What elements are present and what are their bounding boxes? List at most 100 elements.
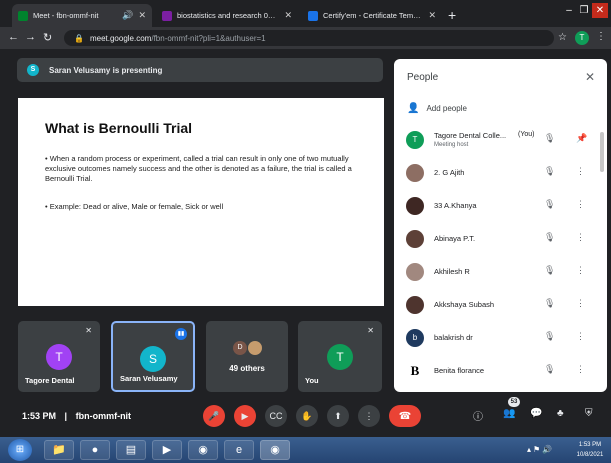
mic-toggle-icon[interactable]: 🎤	[203, 405, 225, 427]
slide-title: What is Bernoulli Trial	[45, 120, 193, 136]
internet-explorer-icon[interactable]: e	[224, 440, 254, 460]
meet-favicon-icon	[18, 10, 28, 21]
add-people-button[interactable]: 👤 Add people	[407, 103, 467, 114]
participant-tile[interactable]: ✕ T Tagore Dental	[18, 321, 100, 392]
chrome-icon[interactable]: ◉	[188, 440, 218, 460]
address-bar[interactable]: 🔒 meet.google.com /fbn-ommf-nit?pli=1&au…	[64, 30, 554, 46]
browser-tab-strip: Meet - fbn-ommf-nit 🔊 ✕ biostatistics an…	[0, 0, 611, 27]
start-button-icon[interactable]: ⊞	[8, 439, 32, 461]
avatar: T	[406, 131, 424, 149]
close-panel-icon[interactable]: ✕	[585, 70, 595, 84]
presenting-text: Saran Velusamy is presenting	[49, 65, 163, 75]
close-tab-icon[interactable]: ✕	[138, 10, 146, 21]
tab-meet[interactable]: Meet - fbn-ommf-nit 🔊 ✕	[12, 4, 152, 27]
participant-tile-speaking[interactable]: ▮▮ S Saran Velusamy	[111, 321, 195, 392]
file-explorer-icon[interactable]: 📁	[44, 440, 74, 460]
restore-icon[interactable]: ❐	[576, 3, 592, 18]
participant-row[interactable]: T Tagore Dental Colle... (You) Meeting h…	[394, 124, 607, 157]
others-count: 49 others	[229, 364, 265, 373]
participant-row[interactable]: Akkshaya Subash 🎙 ⋮	[394, 289, 607, 322]
tab-title: Certify'em - Certificate Templates	[323, 11, 424, 20]
more-options-icon[interactable]: ⋮	[576, 331, 585, 342]
participant-name: Akkshaya Subash	[434, 300, 495, 309]
participant-name: You	[305, 376, 319, 385]
mic-off-icon[interactable]: 🎙	[544, 199, 555, 210]
firefox-icon[interactable]: ●	[80, 440, 110, 460]
host-controls-icon[interactable]: ⛨	[585, 408, 593, 419]
mic-off-icon[interactable]: 🎙	[544, 265, 555, 276]
forward-icon[interactable]: →	[25, 31, 36, 43]
raise-hand-icon[interactable]: ✋	[296, 405, 318, 427]
participant-row[interactable]: 33 A.Khanya 🎙 ⋮	[394, 190, 607, 223]
participant-name: Akhilesh R	[434, 267, 470, 276]
system-tray-icons[interactable]: ▴⚑🔊	[527, 445, 554, 454]
end-call-icon[interactable]: ☎	[389, 405, 421, 427]
slide-bullet: • Example: Dead or alive, Male or female…	[45, 202, 224, 211]
tab-biostatistics[interactable]: biostatistics and research 08.10.2 ✕	[156, 4, 298, 27]
mic-off-icon[interactable]: 🎙	[544, 364, 555, 375]
avatar: D	[233, 341, 247, 355]
tab-title: Meet - fbn-ommf-nit	[33, 11, 99, 20]
more-options-icon[interactable]: ⋮	[576, 298, 585, 309]
avatar: b	[406, 329, 424, 347]
avatar-photo-icon	[406, 230, 424, 248]
media-player-icon[interactable]: ▶	[152, 440, 182, 460]
more-options-icon[interactable]: ⋮	[576, 166, 585, 177]
participant-name: Benita florance	[434, 366, 485, 375]
more-options-icon[interactable]: ⋮	[576, 265, 585, 276]
participant-row[interactable]: b balakrish dr 🎙 ⋮	[394, 322, 607, 355]
back-icon[interactable]: ←	[8, 31, 19, 43]
present-screen-icon[interactable]: ⬆	[327, 405, 349, 427]
tab-certifyem[interactable]: Certify'em - Certificate Templates ✕	[302, 4, 442, 27]
profile-avatar[interactable]: T	[575, 31, 589, 45]
panel-scrollbar[interactable]	[600, 132, 604, 172]
browser-toolbar: ← → ↻ 🔒 meet.google.com /fbn-ommf-nit?pl…	[0, 27, 611, 49]
self-tile[interactable]: ✕ T You	[298, 321, 382, 392]
mic-off-icon[interactable]: 🎙	[544, 133, 555, 144]
more-options-icon[interactable]: ⋮	[358, 405, 380, 427]
participant-row[interactable]: B Benita florance 🎙 ⋮	[394, 355, 607, 388]
slide-bullet: • When a random process or experiment, c…	[45, 154, 352, 183]
mic-off-icon[interactable]: 🎙	[544, 232, 555, 243]
mic-off-icon[interactable]: 🎙	[544, 166, 555, 177]
avatar: B	[406, 362, 424, 380]
camera-toggle-icon[interactable]: ▶	[234, 405, 256, 427]
more-options-icon[interactable]: ⋮	[576, 364, 585, 375]
avatar-photo-icon	[406, 296, 424, 314]
forms-favicon-icon	[162, 10, 172, 21]
close-tab-icon[interactable]: ✕	[428, 10, 436, 21]
meeting-details-icon[interactable]: ⓘ	[473, 408, 483, 423]
participant-name: Saran Velusamy	[120, 374, 178, 383]
add-person-icon: 👤	[407, 103, 420, 114]
people-panel: People ✕ 👤 Add people T Tagore Dental Co…	[394, 59, 607, 392]
participant-row[interactable]: 2. G Ajith 🎙 ⋮	[394, 157, 607, 190]
new-tab-icon[interactable]: +	[448, 7, 456, 23]
tab-title: biostatistics and research 08.10.2	[177, 11, 280, 20]
panel-title: People	[407, 72, 439, 83]
close-tab-icon[interactable]: ✕	[284, 10, 292, 21]
mic-off-icon[interactable]: 🎙	[544, 331, 555, 342]
mic-off-icon[interactable]: 🎙	[544, 298, 555, 309]
chrome-active-icon[interactable]: ◉	[260, 440, 290, 460]
more-options-icon[interactable]: ⋮	[576, 199, 585, 210]
bookmark-star-icon[interactable]: ☆	[558, 32, 567, 43]
browser-menu-icon[interactable]: ⋮	[596, 31, 606, 42]
certifyem-favicon-icon	[308, 10, 318, 21]
window-close-icon[interactable]: ✕	[592, 3, 608, 18]
activities-icon[interactable]: ♣	[557, 408, 564, 419]
more-options-icon[interactable]: ⋮	[576, 232, 585, 243]
document-app-icon[interactable]: ▤	[116, 440, 146, 460]
pin-icon[interactable]: 📌	[576, 133, 587, 144]
participant-row[interactable]: Abinaya P.T. 🎙 ⋮	[394, 223, 607, 256]
system-clock[interactable]: 1:53 PM 10/8/2021	[570, 440, 610, 460]
presenting-banner: S Saran Velusamy is presenting	[17, 58, 383, 82]
chat-icon[interactable]: 💬	[530, 408, 542, 419]
url-host: meet.google.com	[89, 33, 152, 43]
participant-role: Meeting host	[434, 142, 469, 148]
minimize-icon[interactable]: –	[561, 3, 577, 18]
participant-row[interactable]: Akhilesh R 🎙 ⋮	[394, 256, 607, 289]
people-icon[interactable]: 👥	[503, 408, 515, 419]
captions-icon[interactable]: CC	[265, 405, 287, 427]
reload-icon[interactable]: ↻	[43, 31, 52, 44]
others-tile[interactable]: D 49 others	[206, 321, 288, 392]
